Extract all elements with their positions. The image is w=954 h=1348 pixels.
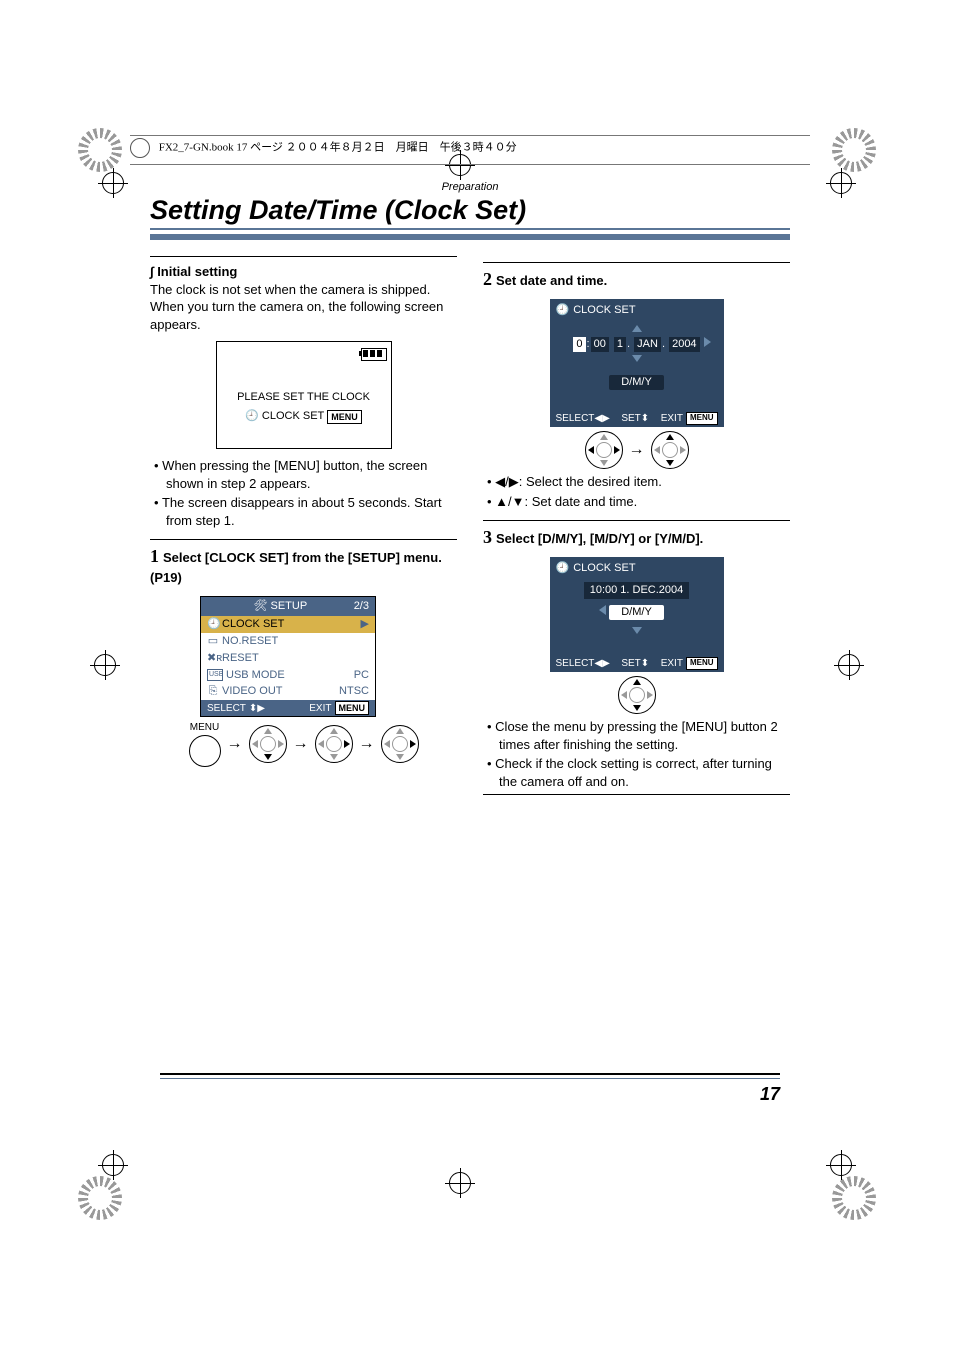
bullet-item: Check if the clock setting is correct, a… [487,755,790,790]
dmy-pill: D/M/Y [609,375,664,390]
setup-row-clockset: 🕘CLOCK SET ▶ [201,616,375,633]
clock-icon: 🕘 [207,617,219,632]
left-right-arrow-icon [495,474,519,489]
lcd-line2: 🕘 CLOCK SET MENU [245,409,362,424]
triangle-down-icon [632,355,642,362]
crop-mark-icon [826,168,856,198]
menu-badge: MENU [327,410,362,424]
arrow-right-icon: → [227,733,243,755]
date-fields: 0:00 1. JAN. 2004 [556,337,718,352]
setup-menu-screen: 🛠 SETUP 2/3 🕘CLOCK SET ▶ ▭NO.RESET [200,596,376,717]
step2-joystick-diagram: → [483,431,790,469]
arrow-right-icon: → [629,439,645,461]
registration-mark-icon [832,1176,876,1220]
up-down-arrow-icon [495,494,524,509]
registration-mark-icon [78,128,122,172]
page-title: Setting Date/Time (Clock Set) [150,195,790,240]
clock-icon: 🕘 [245,409,259,424]
crop-mark-icon [90,650,120,680]
step-3: 3Select [D/M/Y], [M/D/Y] or [Y/M/D]. [483,520,790,549]
crop-mark-icon [98,168,128,198]
joystick-icon [315,725,353,763]
step-2: 2Set date and time. [483,262,790,291]
meta-text: FX2_7-GN.book 17 ページ ２００４年８月２日 月曜日 午後３時４… [159,142,517,154]
counter-icon: ▭ [207,634,219,649]
book-mark-icon [130,138,150,158]
joystick-icon [249,725,287,763]
page-number: 17 [760,1084,780,1105]
step1-joystick-diagram: MENU → → → [150,721,457,767]
left-column: ∫ Initial setting The clock is not set w… [150,252,457,801]
chevron-right-icon: ▶ [361,617,369,632]
setup-title: SETUP [270,599,307,614]
arrow-right-icon: → [293,733,309,755]
intro-bullets: When pressing the [MENU] button, the scr… [150,457,457,529]
right-column: 2Set date and time. 🕘CLOCK SET 0:00 1. J… [483,252,790,801]
month-field: JAN [634,337,661,352]
page-content: FX2_7-GN.book 17 ページ ２００４年８月２日 月曜日 午後３時４… [130,135,810,1105]
crop-mark-icon [834,650,864,680]
bullet-item: Close the menu by pressing the [MENU] bu… [487,718,790,753]
step-1: 1Select [CLOCK SET] from the [SETUP] men… [150,539,457,586]
setup-row-videoout: ⎘VIDEO OUT NTSC [201,683,375,700]
date-readout: 10:00 1. DEC.2004 [584,582,690,599]
crop-mark-icon [98,1150,128,1180]
menu-button-label: MENU [190,721,219,735]
note-item: : Select the desired item. [487,473,790,491]
joystick-icon [651,431,689,469]
triangle-right-icon [704,337,711,347]
intro-text: The clock is not set when the camera is … [150,281,457,334]
setup-row-noreset: ▭NO.RESET [201,633,375,650]
section-label: Preparation [130,181,810,193]
initial-setting-heading: ∫ Initial setting [150,263,457,281]
video-out-icon: ⎘ [207,684,219,699]
setup-row-usbmode: USBUSB MODE PC [201,667,375,684]
bullet-item: When pressing the [MENU] button, the scr… [154,457,457,492]
clockset-screen-step2: 🕘CLOCK SET 0:00 1. JAN. 2004 D/M/Y SELEC… [550,299,724,427]
step3-bullets: Close the menu by pressing the [MENU] bu… [483,718,790,790]
triangle-down-icon [632,627,642,634]
triangle-left-icon [599,605,606,615]
bullet-item: The screen disappears in about 5 seconds… [154,494,457,529]
min-field: 00 [591,337,609,352]
clock-icon: 🕘 [556,303,570,318]
crop-mark-icon [826,1150,856,1180]
joystick-icon [381,725,419,763]
lcd-line1: PLEASE SET THE CLOCK [237,390,370,405]
setup-page: 2/3 [354,599,369,614]
joystick-icon [618,676,656,714]
menu-button-icon [189,735,221,767]
footer-rule [160,1073,780,1079]
registration-mark-icon [78,1176,122,1220]
usb-icon: USB [207,669,223,680]
hour-field: 0 [573,337,585,352]
reset-icon: ✖ʀ [207,651,219,666]
dmy-pill-selected: D/M/Y [609,605,664,620]
setup-row-reset: ✖ʀRESET [201,650,375,667]
clockset-screen-step3: 🕘CLOCK SET 10:00 1. DEC.2004 D/M/Y SELEC… [550,557,724,672]
step2-notes: : Select the desired item. : Set date an… [483,473,790,510]
triangle-up-icon [632,325,642,332]
arrow-right-icon: → [359,733,375,755]
joystick-icon [585,431,623,469]
battery-icon [361,348,387,361]
registration-mark-icon [832,128,876,172]
year-field: 2004 [669,337,699,352]
step3-joystick-diagram [483,676,790,714]
crop-mark-icon [445,1168,475,1198]
wrench-icon: 🛠 [254,599,268,614]
clock-icon: 🕘 [556,561,570,576]
day-field: 1 [614,337,626,352]
please-set-clock-screen: PLEASE SET THE CLOCK 🕘 CLOCK SET MENU [216,341,392,449]
file-meta-line: FX2_7-GN.book 17 ページ ２００４年８月２日 月曜日 午後３時４… [130,135,810,165]
note-item: : Set date and time. [487,493,790,511]
